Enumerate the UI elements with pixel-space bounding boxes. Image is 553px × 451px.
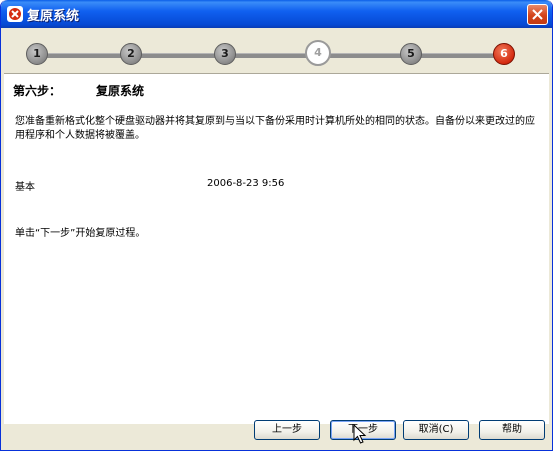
description-text: 您准备重新格式化整个硬盘驱动器并将其复原到与当以下备份采用时计算机所处的相同的状… <box>15 116 535 141</box>
step-title: 复原系统 <box>96 84 145 98</box>
help-button[interactable]: 帮助 <box>479 420 545 440</box>
instruction-text: 单击“下一步”开始复原过程。 <box>15 228 146 239</box>
close-button[interactable] <box>527 4 548 25</box>
cancel-button[interactable]: 取消(C) <box>403 420 469 440</box>
main-panel: 第六步： 复原系统 您准备重新格式化整个硬盘驱动器并将其复原到与当以下备份采用时… <box>4 73 549 424</box>
close-icon <box>532 9 543 20</box>
step-2: 2 <box>120 43 142 65</box>
backup-name: 基本 <box>15 182 35 193</box>
title-bar[interactable]: 复原系统 <box>1 0 552 28</box>
app-icon <box>7 6 23 22</box>
step-progress: 1 2 3 4 5 6 <box>4 28 549 78</box>
window-title: 复原系统 <box>27 9 80 24</box>
step-5: 5 <box>400 43 422 65</box>
step-6-active: 6 <box>493 43 515 65</box>
step-4-current: 4 <box>305 40 331 66</box>
step-3: 3 <box>214 43 236 65</box>
step-track <box>34 53 504 58</box>
mouse-cursor-icon <box>353 424 367 444</box>
back-button[interactable]: 上一步 <box>254 420 320 440</box>
restore-dialog: 复原系统 1 2 3 4 5 6 第六步： 复原系统 您准备重新格式化整个硬盘驱… <box>0 0 553 451</box>
step-1: 1 <box>26 43 48 65</box>
backup-date: 2006-8-23 9:56 <box>207 178 285 189</box>
dialog-content: 1 2 3 4 5 6 第六步： 复原系统 您准备重新格式化整个硬盘驱动器并将其… <box>4 28 549 448</box>
step-heading: 第六步： <box>13 84 62 98</box>
